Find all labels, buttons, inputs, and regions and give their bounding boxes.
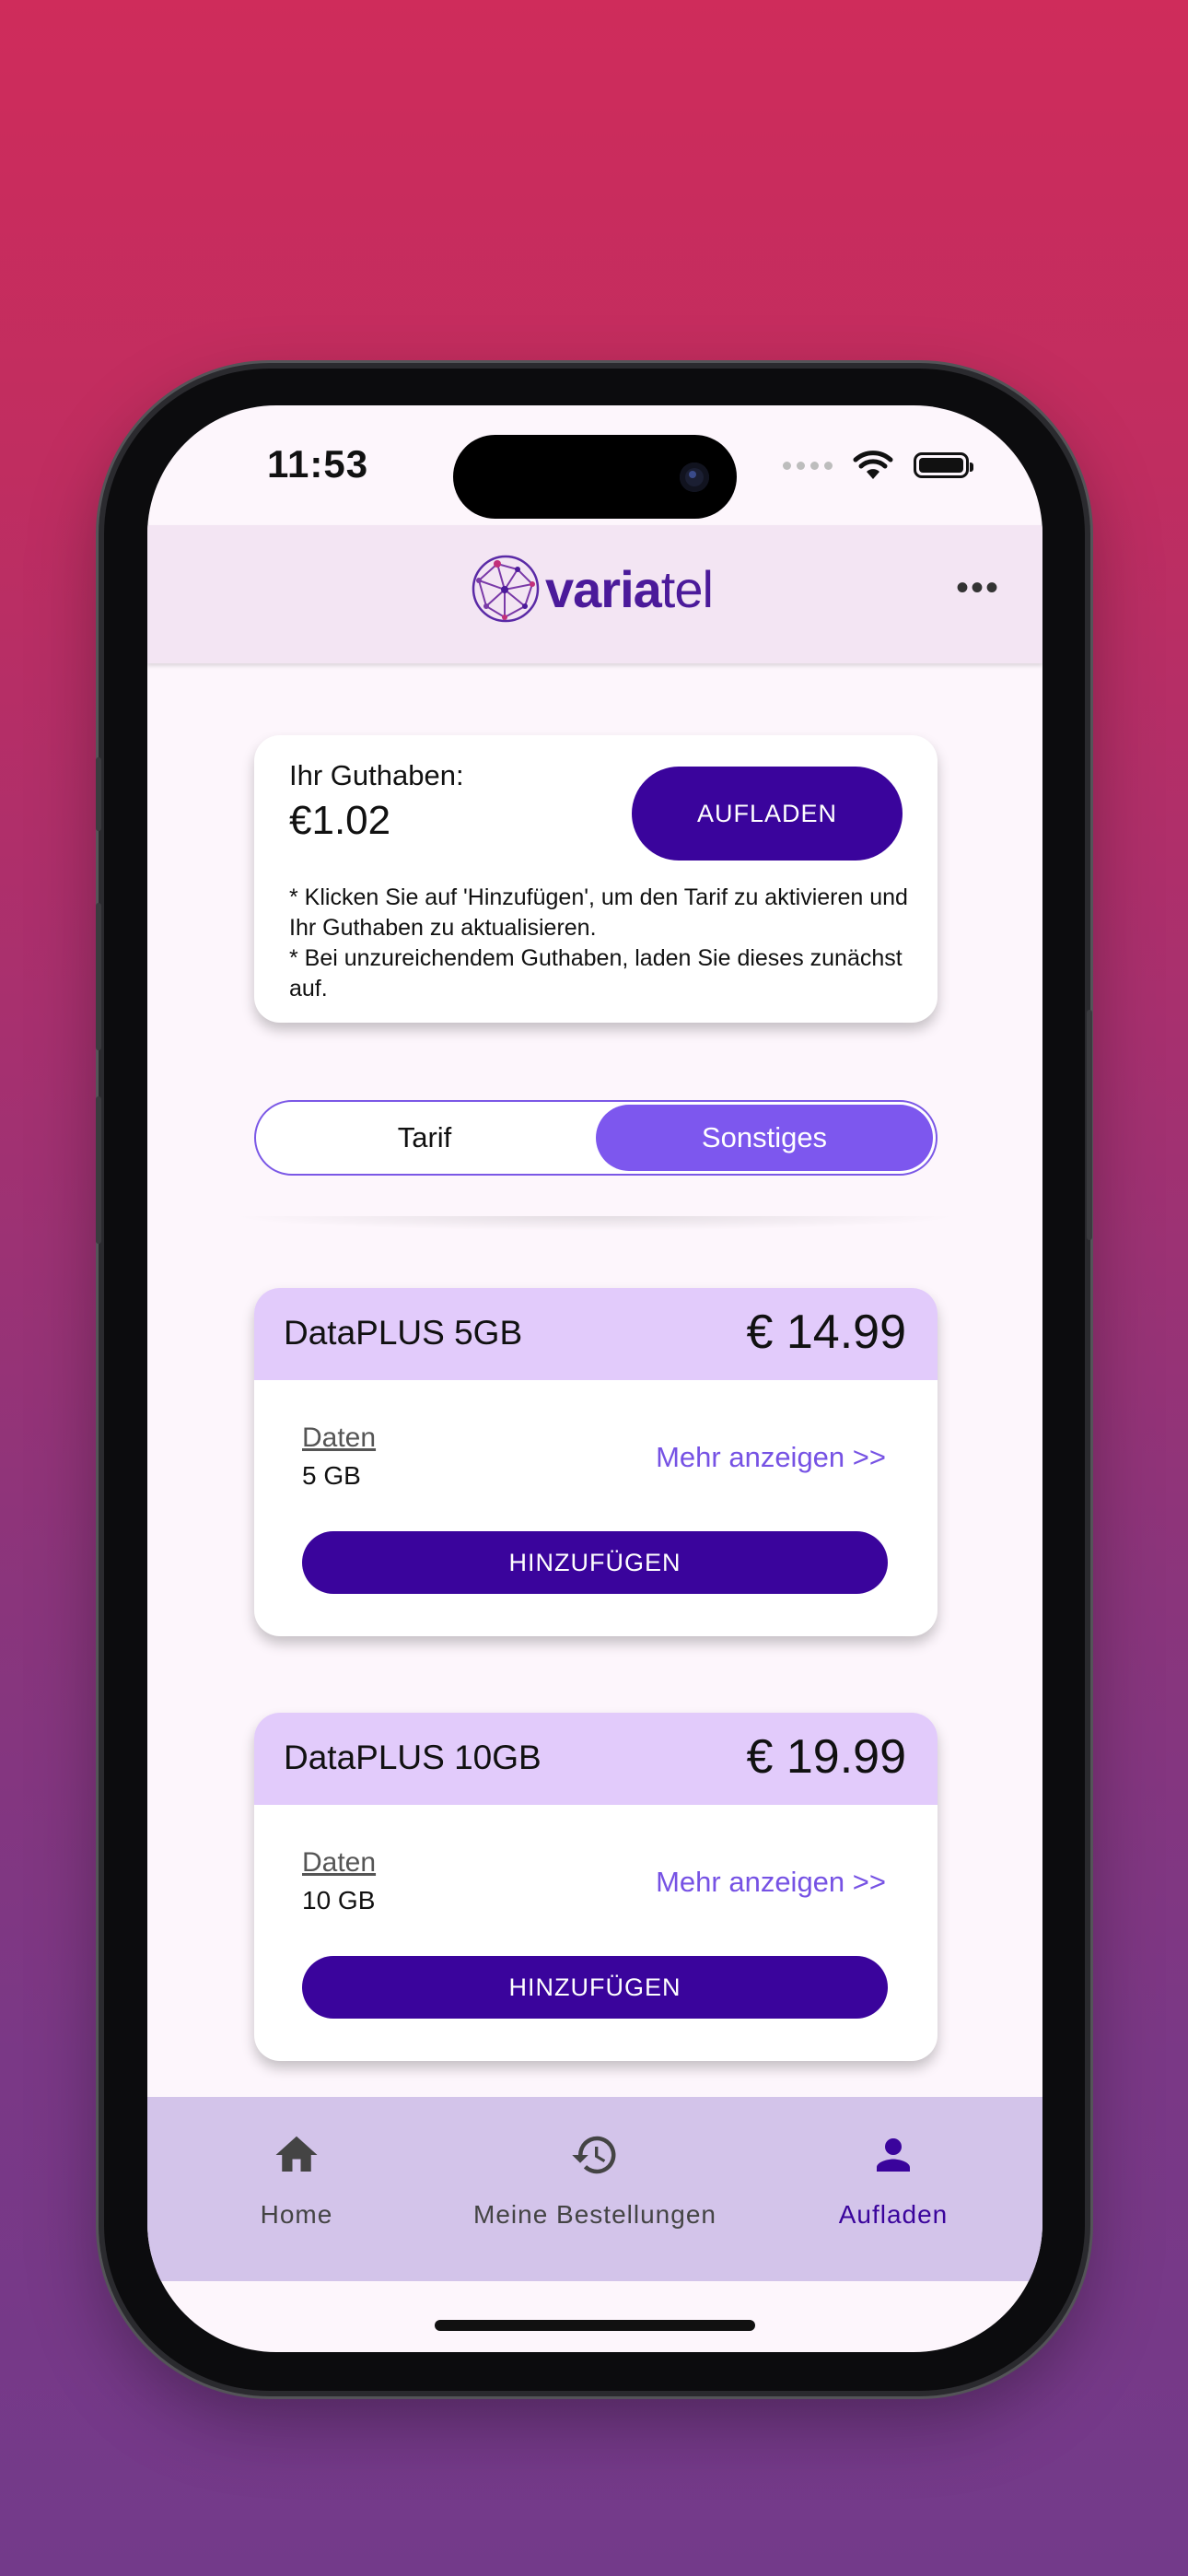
side-button-action — [96, 757, 101, 831]
screen: 11:53 variatel ••• Ihr Guthaben: €1.02 A… — [147, 405, 1042, 2352]
brand-name: variatel — [545, 559, 714, 618]
bottom-navigation: Home Meine Bestellungen Aufladen — [147, 2097, 1042, 2281]
nav-item-topup[interactable]: Aufladen — [744, 2097, 1042, 2281]
nav-label: Meine Bestellungen — [473, 2200, 716, 2229]
balance-value: €1.02 — [289, 798, 391, 843]
add-plan-button[interactable]: HINZUFÜGEN — [302, 1531, 888, 1594]
plan-card: DataPLUS 5GB € 14.99 Daten 5 GB Mehr anz… — [254, 1288, 938, 1636]
plan-data-value: 5 GB — [302, 1461, 361, 1490]
nav-label: Aufladen — [838, 2200, 949, 2229]
plan-name: DataPLUS 5GB — [284, 1314, 523, 1352]
app-bar: variatel ••• — [147, 525, 1042, 663]
camera — [680, 463, 709, 492]
segment-control: Tarif Sonstiges — [254, 1100, 938, 1176]
tab-sonstiges[interactable]: Sonstiges — [596, 1105, 933, 1171]
plan-price: € 14.99 — [746, 1306, 907, 1359]
add-plan-button[interactable]: HINZUFÜGEN — [302, 1956, 888, 2019]
status-time: 11:53 — [267, 442, 369, 486]
plan-name: DataPLUS 10GB — [284, 1739, 542, 1776]
plan-price: € 19.99 — [746, 1730, 907, 1784]
show-more-link[interactable]: Mehr anzeigen >> — [656, 1866, 886, 1899]
balance-note: * Klicken Sie auf 'Hinzufügen', um den T… — [289, 884, 908, 1001]
tab-tarif[interactable]: Tarif — [256, 1102, 593, 1174]
side-button-volume-down — [96, 1096, 101, 1244]
dynamic-island — [453, 435, 737, 519]
more-horizontal-icon[interactable]: ••• — [956, 569, 1000, 606]
side-button-power — [1087, 1010, 1092, 1240]
balance-card: Ihr Guthaben: €1.02 AUFLADEN * Klicken S… — [254, 735, 938, 1023]
balance-label: Ihr Guthaben: — [289, 759, 464, 791]
signal-dots-icon — [783, 461, 833, 470]
plan-data-label: Daten — [302, 1847, 377, 1878]
globe-network-icon — [472, 555, 540, 623]
section-divider — [230, 1216, 960, 1231]
plan-header: DataPLUS 10GB € 19.99 — [254, 1713, 938, 1805]
app-logo: variatel — [470, 553, 714, 625]
home-icon — [275, 2136, 318, 2172]
plan-data-label: Daten — [302, 1423, 377, 1453]
home-indicator[interactable] — [435, 2320, 755, 2331]
side-button-volume-up — [96, 903, 101, 1050]
nav-label: Home — [260, 2200, 333, 2229]
plan-data-value: 10 GB — [302, 1886, 376, 1914]
nav-item-home[interactable]: Home — [147, 2097, 446, 2281]
status-icons — [783, 450, 973, 481]
battery-icon — [914, 452, 973, 478]
wifi-icon — [853, 451, 893, 479]
plan-header: DataPLUS 5GB € 14.99 — [254, 1288, 938, 1380]
show-more-link[interactable]: Mehr anzeigen >> — [656, 1441, 886, 1474]
person-icon — [877, 2138, 910, 2172]
history-icon — [572, 2136, 616, 2174]
plan-card: DataPLUS 10GB € 19.99 Daten 10 GB Mehr a… — [254, 1713, 938, 2061]
topup-button[interactable]: AUFLADEN — [632, 767, 903, 861]
nav-item-orders[interactable]: Meine Bestellungen — [446, 2097, 744, 2281]
